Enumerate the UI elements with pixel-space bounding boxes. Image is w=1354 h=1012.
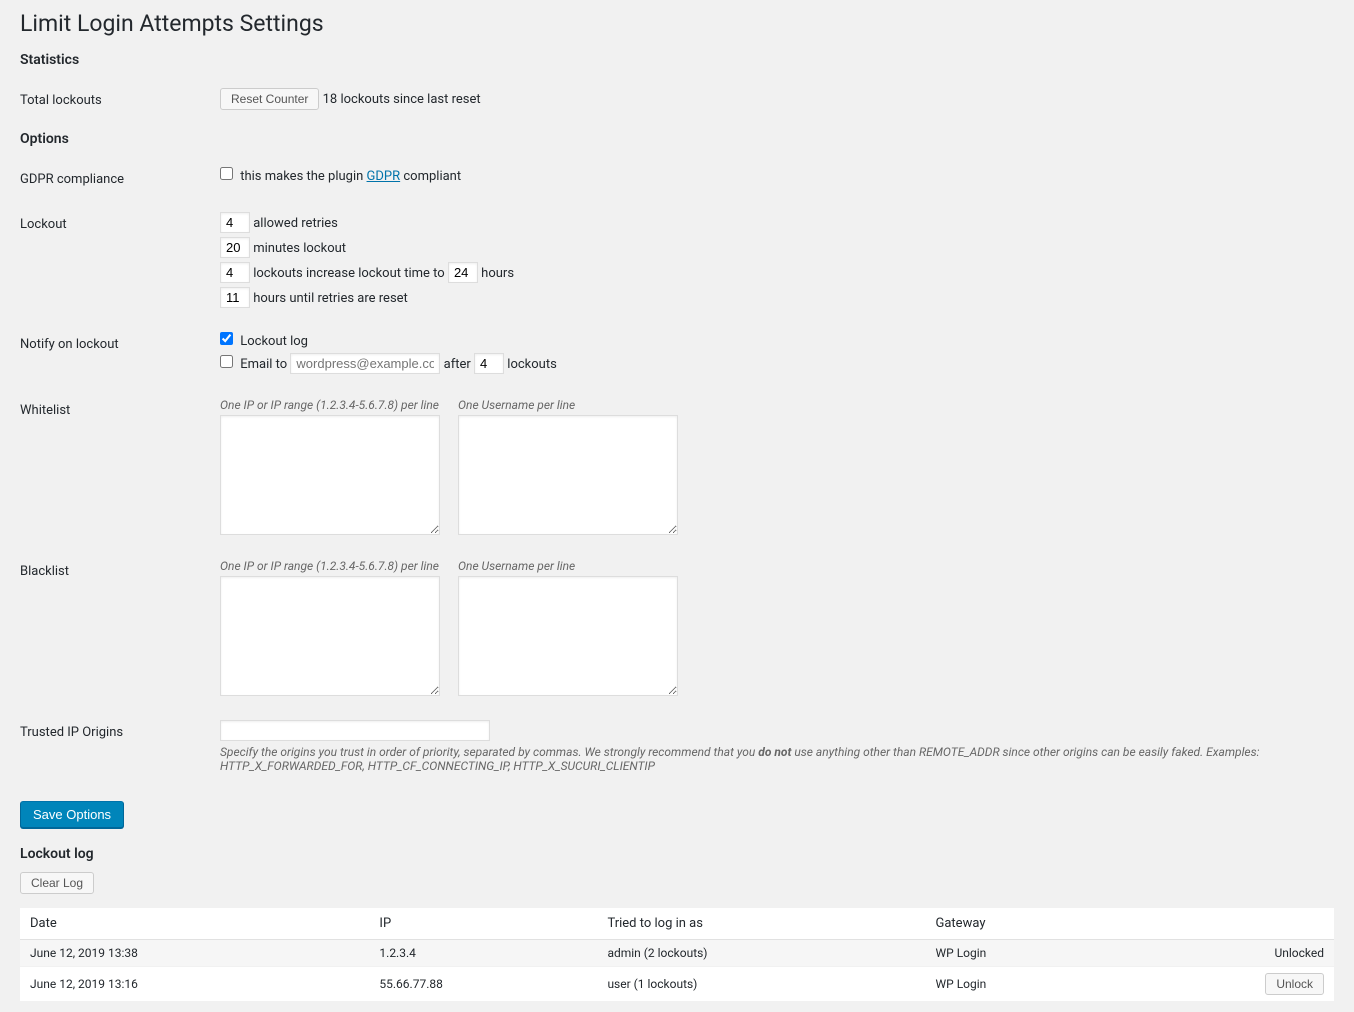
label-blacklist: Blacklist bbox=[20, 549, 220, 710]
after-label: after bbox=[444, 357, 471, 372]
clear-log-button[interactable]: Clear Log bbox=[20, 872, 94, 894]
minutes-lockout-label: minutes lockout bbox=[253, 241, 346, 256]
blacklist-user-textarea[interactable] bbox=[458, 576, 678, 696]
section-lockout-log: Lockout log bbox=[20, 846, 1334, 862]
allowed-retries-input[interactable] bbox=[220, 212, 250, 233]
lockouts-increase-label: lockouts increase lockout time to bbox=[253, 266, 444, 281]
hours-reset-input[interactable] bbox=[220, 287, 250, 308]
log-header-date: Date bbox=[20, 908, 369, 940]
log-cell-tried: user (1 lockouts) bbox=[597, 967, 925, 1002]
log-cell-tried: admin (2 lockouts) bbox=[597, 940, 925, 967]
after-count-input[interactable] bbox=[474, 353, 504, 374]
blacklist-user-hint: One Username per line bbox=[458, 559, 678, 573]
hours-label: hours bbox=[481, 266, 514, 281]
whitelist-user-textarea[interactable] bbox=[458, 415, 678, 535]
whitelist-ip-hint: One IP or IP range (1.2.3.4-5.6.7.8) per… bbox=[220, 398, 440, 412]
log-header-tried: Tried to log in as bbox=[597, 908, 925, 940]
save-options-button[interactable]: Save Options bbox=[20, 801, 124, 828]
trusted-ip-help: Specify the origins you trust in order o… bbox=[220, 745, 1324, 773]
table-row: June 12, 2019 13:38 1.2.3.4 admin (2 loc… bbox=[20, 940, 1334, 967]
page-title: Limit Login Attempts Settings bbox=[20, 10, 1334, 37]
email-input[interactable] bbox=[290, 353, 440, 374]
lockouts-label: lockouts bbox=[507, 357, 557, 372]
section-statistics: Statistics bbox=[20, 52, 1334, 68]
log-cell-date: June 12, 2019 13:38 bbox=[20, 940, 369, 967]
gdpr-checkbox[interactable] bbox=[220, 167, 233, 180]
lockouts-increase-input[interactable] bbox=[220, 262, 250, 283]
label-gdpr: GDPR compliance bbox=[20, 157, 220, 202]
allowed-retries-label: allowed retries bbox=[253, 216, 338, 231]
email-to-label: Email to bbox=[240, 357, 287, 372]
gdpr-link[interactable]: GDPR bbox=[367, 169, 401, 184]
label-notify: Notify on lockout bbox=[20, 322, 220, 388]
lockouts-since-reset: 18 lockouts since last reset bbox=[323, 92, 481, 107]
hours-reset-label: hours until retries are reset bbox=[253, 291, 408, 306]
section-options: Options bbox=[20, 131, 1334, 147]
log-status-unlocked: Unlocked bbox=[1274, 946, 1324, 960]
blacklist-ip-hint: One IP or IP range (1.2.3.4-5.6.7.8) per… bbox=[220, 559, 440, 573]
log-cell-ip: 1.2.3.4 bbox=[369, 940, 597, 967]
table-row: June 12, 2019 13:16 55.66.77.88 user (1 … bbox=[20, 967, 1334, 1002]
minutes-lockout-input[interactable] bbox=[220, 237, 250, 258]
blacklist-ip-textarea[interactable] bbox=[220, 576, 440, 696]
log-header-gateway: Gateway bbox=[926, 908, 1119, 940]
trusted-ip-input[interactable] bbox=[220, 720, 490, 741]
log-header-ip: IP bbox=[369, 908, 597, 940]
email-checkbox[interactable] bbox=[220, 355, 233, 368]
whitelist-user-hint: One Username per line bbox=[458, 398, 678, 412]
label-trusted-ip: Trusted IP Origins bbox=[20, 710, 220, 783]
label-total-lockouts: Total lockouts bbox=[20, 78, 220, 123]
label-lockout: Lockout bbox=[20, 202, 220, 322]
lockouts-increase-hours-input[interactable] bbox=[448, 262, 478, 283]
log-cell-date: June 12, 2019 13:16 bbox=[20, 967, 369, 1002]
log-cell-ip: 55.66.77.88 bbox=[369, 967, 597, 1002]
whitelist-ip-textarea[interactable] bbox=[220, 415, 440, 535]
gdpr-text-prefix: this makes the plugin bbox=[240, 169, 366, 184]
lockout-log-label: Lockout log bbox=[240, 334, 308, 349]
lockout-log-checkbox[interactable] bbox=[220, 332, 233, 345]
unlock-button[interactable]: Unlock bbox=[1265, 973, 1324, 995]
gdpr-text-suffix: compliant bbox=[400, 169, 461, 184]
label-whitelist: Whitelist bbox=[20, 388, 220, 549]
log-cell-gateway: WP Login bbox=[926, 967, 1119, 1002]
reset-counter-button[interactable]: Reset Counter bbox=[220, 88, 319, 110]
log-cell-gateway: WP Login bbox=[926, 940, 1119, 967]
